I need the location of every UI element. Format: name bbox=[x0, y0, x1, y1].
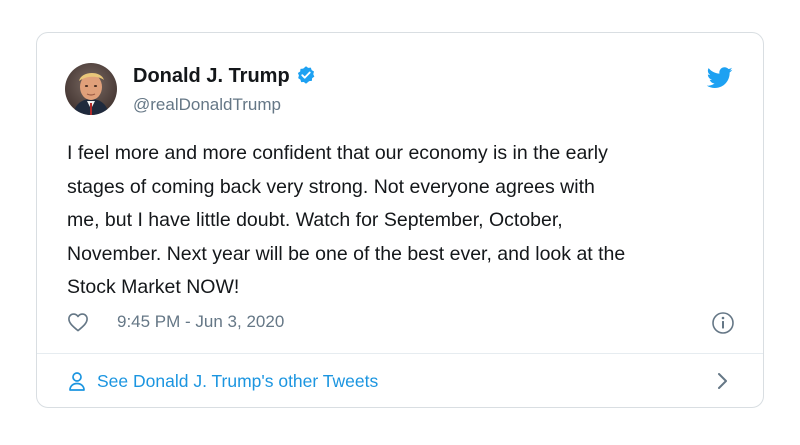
tweet-meta-row: 9:45 PM - Jun 3, 2020 bbox=[67, 311, 737, 335]
chevron-right-icon bbox=[718, 373, 727, 389]
author-name[interactable]: Donald J. Trump bbox=[133, 65, 316, 88]
avatar[interactable] bbox=[65, 63, 117, 115]
see-other-tweets-label: See Donald J. Trump's other Tweets bbox=[97, 371, 379, 391]
heart-icon[interactable] bbox=[67, 312, 89, 332]
author-name-text: Donald J. Trump bbox=[133, 65, 290, 87]
tweet-timestamp[interactable]: 9:45 PM - Jun 3, 2020 bbox=[117, 312, 284, 332]
person-icon bbox=[69, 372, 85, 391]
author-handle[interactable]: @realDonaldTrump bbox=[133, 95, 281, 115]
avatar-image bbox=[65, 63, 117, 115]
tweet-card: Donald J. Trump @realDonaldTrump I feel … bbox=[36, 32, 764, 408]
info-icon[interactable] bbox=[711, 311, 735, 335]
twitter-bird-icon[interactable] bbox=[707, 67, 733, 89]
see-other-tweets-link[interactable]: See Donald J. Trump's other Tweets bbox=[37, 354, 763, 408]
tweet-text: I feel more and more confident that our … bbox=[67, 142, 626, 298]
verified-badge-icon bbox=[297, 66, 315, 84]
